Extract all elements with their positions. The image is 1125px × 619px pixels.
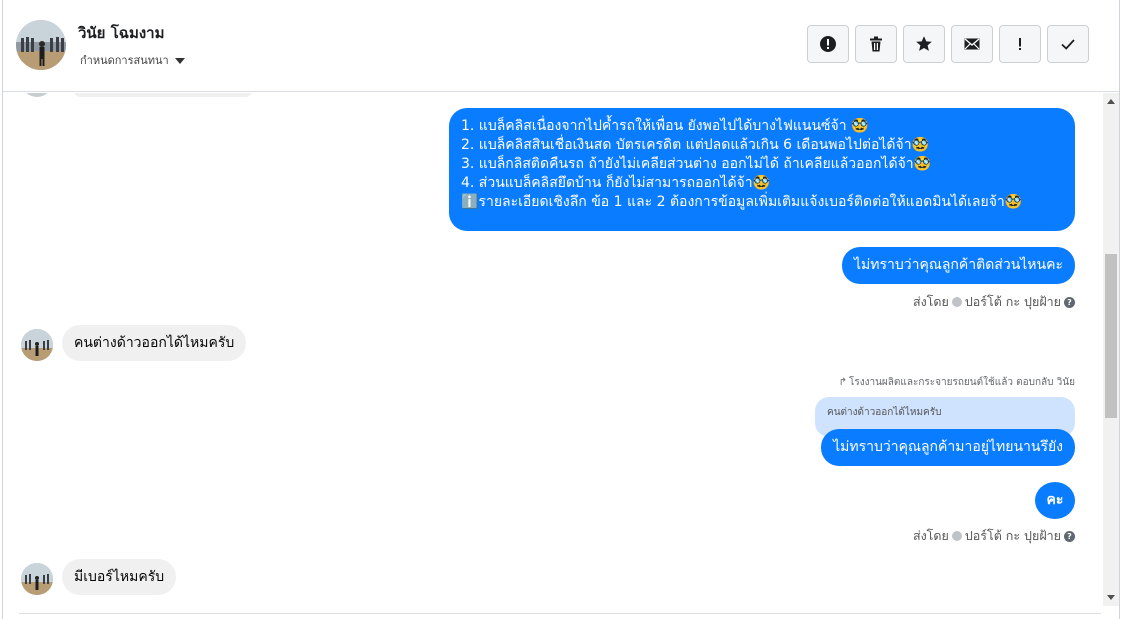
scrollbar-thumb[interactable] <box>1105 254 1117 418</box>
assign-label: กำหนดการสนทนา <box>80 54 169 67</box>
help-icon[interactable]: ? <box>1064 530 1075 542</box>
avatar[interactable] <box>21 329 53 361</box>
message-bubble-incoming <box>73 93 253 97</box>
scroll-up-icon[interactable] <box>1107 99 1115 104</box>
reply-arrow-icon: ↱ <box>838 377 847 388</box>
message-line: 1. แบล็คลิสเนื่องจากไปค้ำรถให้เพื่อน ยัง… <box>461 118 869 134</box>
message-bubble-outgoing[interactable]: คะ <box>1035 482 1075 519</box>
exclamation-icon <box>1019 38 1021 50</box>
conversation-header: วินัย โฉมงาม กำหนดการสนทนา <box>3 0 1119 92</box>
sent-by-info: ส่งโดย ปอร์โต้ กะ ปุยฝ้าย ? <box>913 526 1075 546</box>
inbox-conversation-panel: วินัย โฉมงาม กำหนดการสนทนา 1. แบล็คลิสเน… <box>2 0 1120 619</box>
composer-divider <box>19 613 1101 615</box>
message-line: 4. ส่วนแบล็คลิสยึดบ้าน ก็ยังไม่สามารถออก… <box>461 175 771 191</box>
reply-context: ↱ โรงงานผลิตและกระจายรถยนต์ใช้แล้ว ตอบกล… <box>839 375 1075 390</box>
message-bubble-outgoing[interactable]: ไม่ทราบว่าคุณลูกค้ามาอยู่ไทยนานรึยัง <box>821 429 1075 466</box>
star-icon <box>916 36 932 51</box>
message-bubble-outgoing[interactable]: ไม่ทราบว่าคุณลูกค้าติดส่วนไหนคะ <box>841 247 1075 284</box>
sender-name[interactable]: ปอร์โต้ กะ ปุยฝ้าย <box>965 526 1061 546</box>
sent-by-info: ส่งโดย ปอร์โต้ กะ ปุยฝ้าย ? <box>913 292 1075 312</box>
message-line: 2. แบล็คลิสสินเชื่อเงินสด บัตรเครดิต แต่… <box>461 137 930 153</box>
scroll-down-icon[interactable] <box>1107 595 1115 600</box>
message-bubble-incoming[interactable]: คนต่างด้าวออกได้ไหมครับ <box>62 325 247 361</box>
report-button[interactable] <box>807 25 849 63</box>
help-icon[interactable]: ? <box>1064 296 1075 308</box>
message-line: 3. แบล็กลิสติดคืนรถ ถ้ายังไม่เคลียส่วนต่… <box>461 156 932 172</box>
sent-by-label: ส่งโดย <box>912 294 949 309</box>
mark-unread-button[interactable] <box>951 25 993 63</box>
delete-button[interactable] <box>855 25 897 63</box>
avatar[interactable] <box>21 563 53 595</box>
sent-by-label: ส่งโดย <box>912 528 949 543</box>
conversation-toolbar <box>807 25 1089 63</box>
follow-up-button[interactable] <box>999 25 1041 63</box>
trash-icon <box>870 36 882 52</box>
sender-avatar-icon <box>951 531 962 541</box>
message-bubble-outgoing[interactable]: 1. แบล็คลิสเนื่องจากไปค้ำรถให้เพื่อน ยัง… <box>449 108 1075 231</box>
star-button[interactable] <box>903 25 945 63</box>
check-icon <box>1061 39 1075 50</box>
thread-scrollbar[interactable] <box>1103 93 1119 606</box>
message-thread[interactable]: 1. แบล็คลิสเนื่องจากไปค้ำรถให้เพื่อน ยัง… <box>3 93 1101 613</box>
envelope-icon <box>964 38 980 50</box>
contact-avatar[interactable] <box>16 20 66 70</box>
sender-avatar-icon <box>951 297 962 307</box>
alert-circle-icon <box>820 36 836 52</box>
contact-name[interactable]: วินัย โฉมงาม <box>78 21 164 45</box>
avatar <box>21 93 53 97</box>
message-bubble-incoming[interactable]: มีเบอร์ไหมครับ <box>62 559 177 595</box>
assign-conversation-dropdown[interactable]: กำหนดการสนทนา <box>80 51 185 69</box>
mark-done-button[interactable] <box>1047 25 1089 63</box>
reply-context-text: โรงงานผลิตและกระจายรถยนต์ใช้แล้ว ตอบกลับ… <box>848 377 1075 388</box>
caret-down-icon <box>174 57 185 64</box>
message-line: ℹ️รายละเอียดเชิงลึก ข้อ 1 และ 2 ต้องการข… <box>461 194 1023 210</box>
sender-name[interactable]: ปอร์โต้ กะ ปุยฝ้าย <box>965 292 1061 312</box>
